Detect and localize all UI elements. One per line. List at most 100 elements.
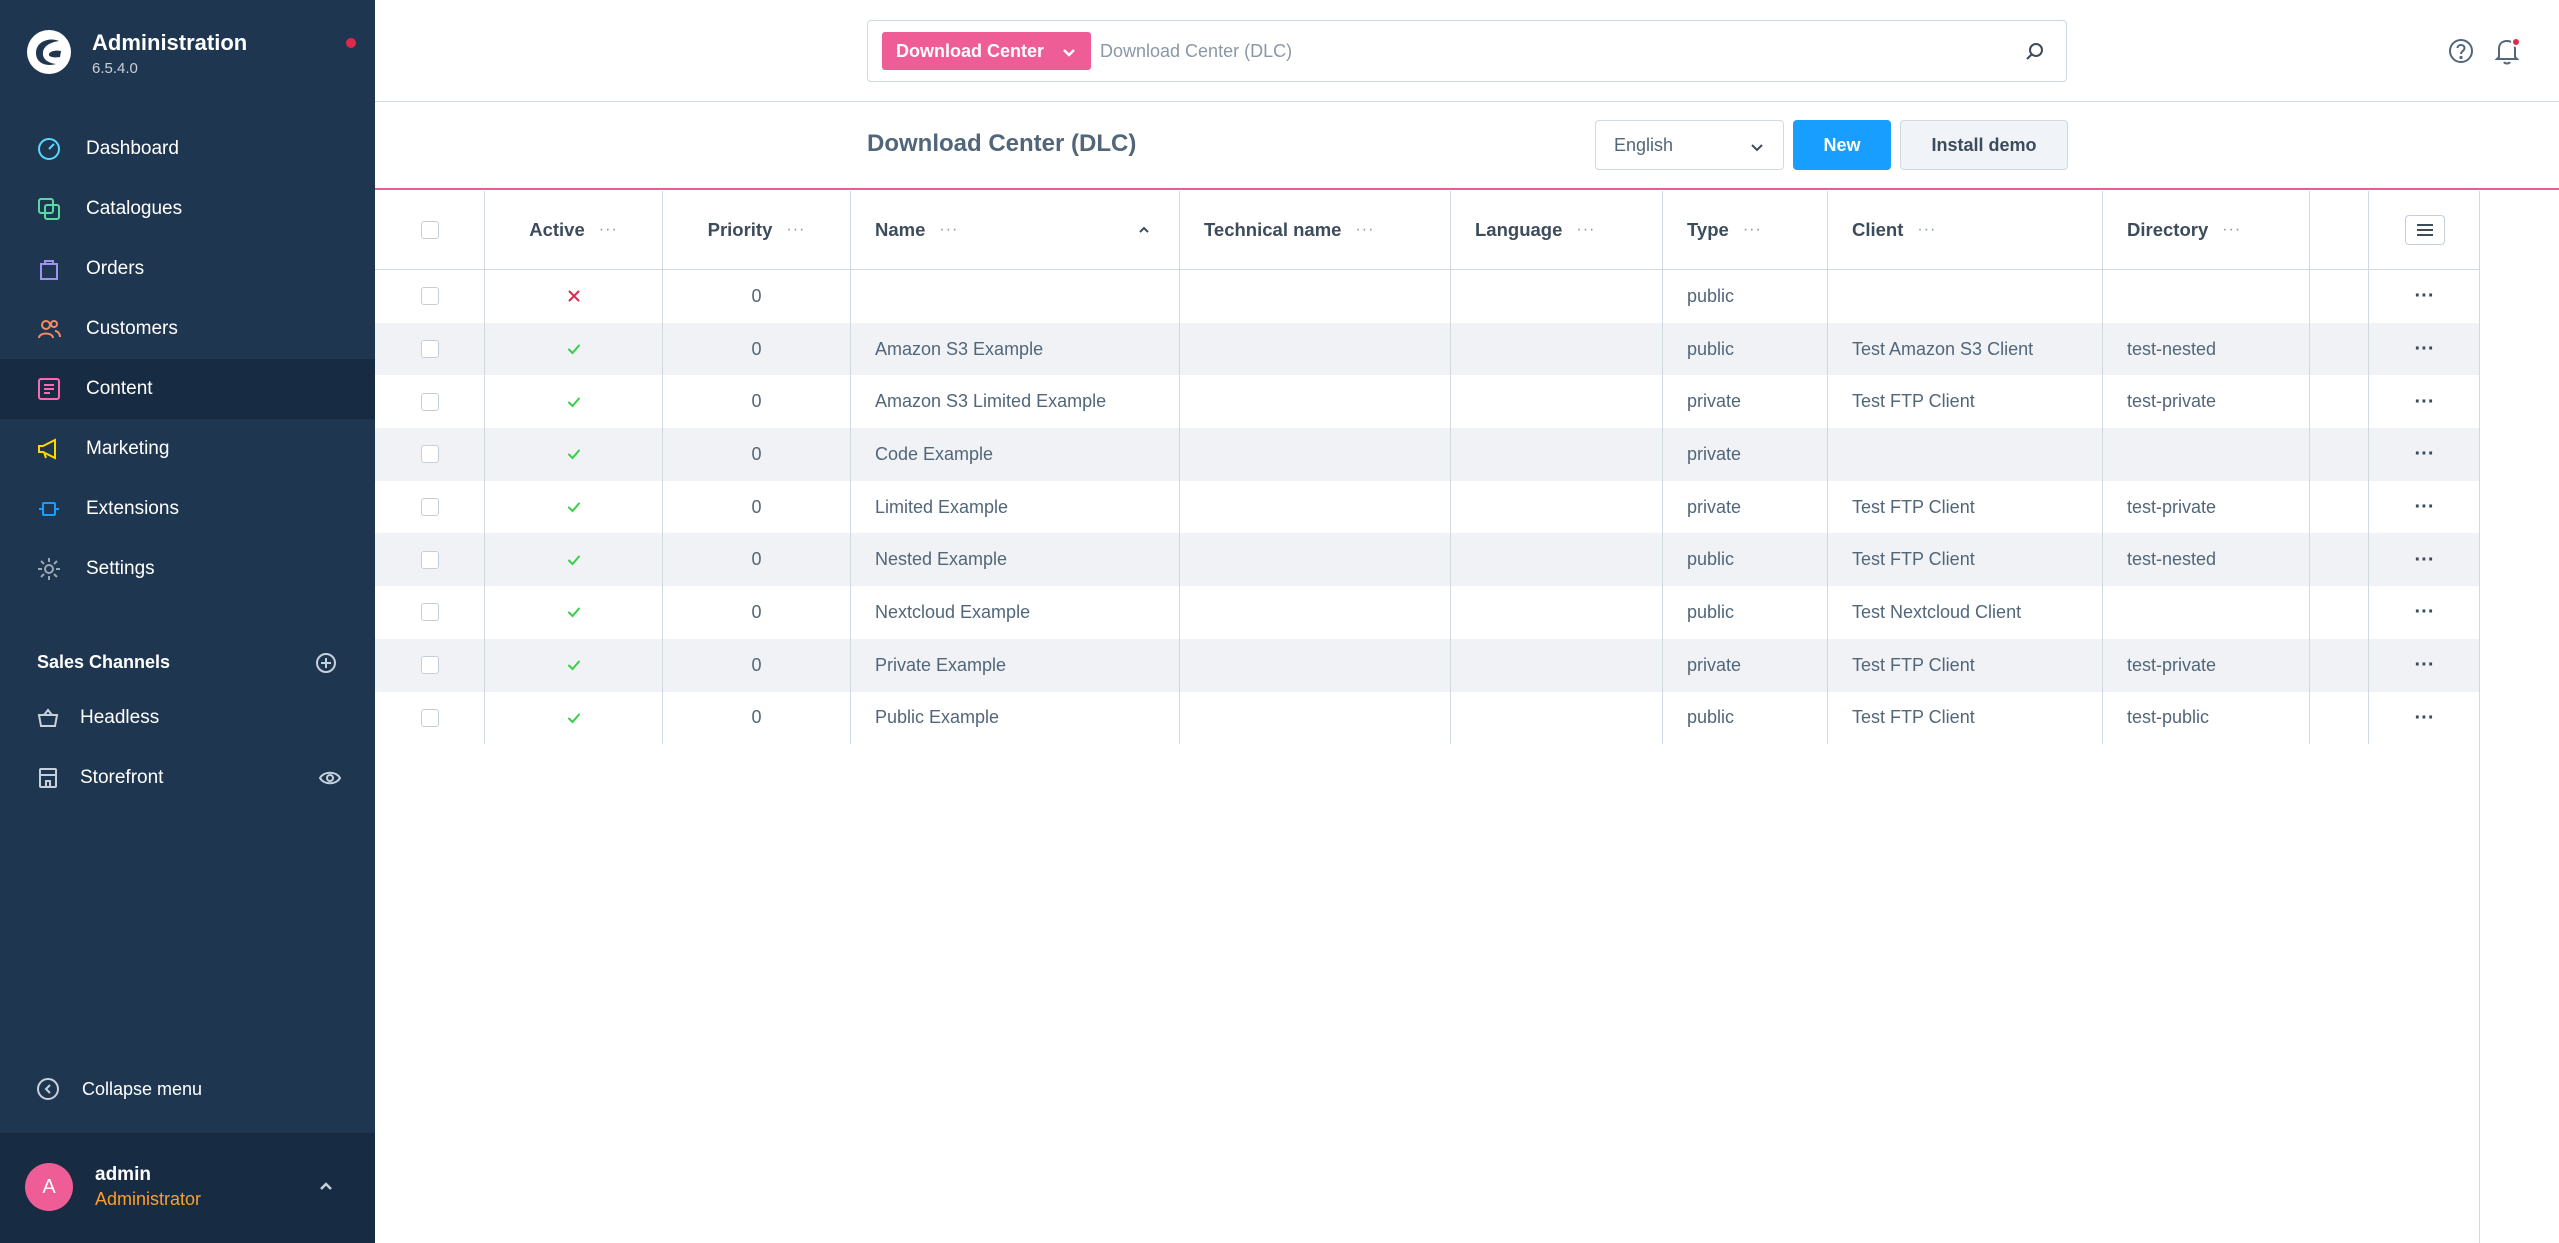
nav-item-extensions[interactable]: Extensions	[0, 479, 375, 539]
table-row[interactable]: 0 public ···	[375, 270, 2480, 323]
table-row[interactable]: 0 Amazon S3 Example public Test Amazon S3 C…	[375, 322, 2480, 376]
nav-item-catalogues[interactable]: Catalogues	[0, 179, 375, 239]
column-header-priority[interactable]: Priority ···	[663, 191, 851, 269]
row-checkbox[interactable]	[420, 392, 439, 411]
row-actions-menu[interactable]: ···	[2415, 655, 2435, 675]
nav-label: Customers	[86, 318, 178, 339]
column-header-active[interactable]: Active ···	[485, 191, 663, 269]
column-header-name[interactable]: Name ···	[851, 191, 1180, 269]
row-checkbox[interactable]	[420, 340, 439, 359]
row-actions-menu[interactable]: ···	[2415, 497, 2435, 517]
row-actions-menu[interactable]: ···	[2415, 602, 2435, 622]
sales-channels-header: Sales Channels	[37, 652, 337, 676]
row-checkbox[interactable]	[420, 498, 439, 517]
spacer-cell	[2310, 322, 2369, 376]
new-button[interactable]: New	[1793, 120, 1891, 170]
column-menu-icon[interactable]: ···	[1917, 221, 1936, 239]
cell-directory: test-private	[2103, 638, 2310, 692]
row-actions-cell: ···	[2369, 692, 2480, 745]
row-actions-cell: ···	[2369, 428, 2480, 481]
install-demo-button[interactable]: Install demo	[1900, 120, 2068, 170]
nav-label: Extensions	[86, 498, 179, 519]
column-menu-icon[interactable]: ···	[939, 221, 958, 239]
language-switch[interactable]: English	[1595, 120, 1784, 170]
cell-type: private	[1663, 638, 1828, 692]
column-menu-icon[interactable]: ···	[1743, 221, 1762, 239]
nav-item-marketing[interactable]: Marketing	[0, 419, 375, 479]
cell-type: public	[1663, 270, 1828, 323]
column-settings-button[interactable]	[2404, 215, 2445, 245]
chevron-up-icon[interactable]	[316, 1176, 336, 1196]
cell-client: Test FTP Client	[1828, 480, 2103, 534]
column-menu-icon[interactable]: ···	[599, 221, 618, 239]
table-row[interactable]: 0 Limited Example private Test FTP Client te…	[375, 480, 2480, 534]
row-actions-menu[interactable]: ···	[2415, 286, 2435, 306]
cell-technical-name	[1180, 533, 1451, 587]
cell-priority: 0	[663, 480, 851, 534]
row-actions-menu[interactable]: ···	[2415, 392, 2435, 412]
search-module-pill[interactable]: Download Center	[882, 32, 1091, 70]
row-checkbox[interactable]	[420, 550, 439, 569]
row-actions-menu[interactable]: ···	[2415, 550, 2435, 570]
user-menu[interactable]: A admin Administrator	[0, 1133, 375, 1243]
nav-item-customers[interactable]: Customers	[0, 299, 375, 359]
top-bar: Download Center	[375, 0, 2559, 102]
cell-language	[1451, 428, 1663, 481]
nav-item-orders[interactable]: Orders	[0, 239, 375, 299]
column-menu-icon[interactable]: ···	[1355, 221, 1374, 239]
column-menu-icon[interactable]: ···	[2222, 221, 2241, 239]
column-menu-icon[interactable]: ···	[1576, 221, 1595, 239]
sales-channel-headless[interactable]: Headless	[36, 703, 341, 733]
brand[interactable]: Administration 6.5.4.0	[26, 26, 356, 86]
search-module-label: Download Center	[896, 40, 1045, 61]
dashboard-icon	[36, 136, 62, 162]
column-header-technical-name[interactable]: Technical name ···	[1180, 191, 1451, 269]
row-checkbox[interactable]	[420, 445, 439, 464]
sales-channel-storefront[interactable]: Storefront	[36, 763, 341, 793]
cell-name	[851, 270, 1180, 323]
active-cell	[485, 691, 663, 745]
sort-ascending-icon[interactable]	[1137, 223, 1151, 237]
nav-item-dashboard[interactable]: Dashboard	[0, 119, 375, 179]
help-icon[interactable]	[2447, 37, 2475, 65]
column-header-language[interactable]: Language ···	[1451, 191, 1663, 269]
select-all-checkbox[interactable]	[420, 221, 439, 239]
grid-body: 0 public ··· 0 Amazon S3 Example public Test A…	[375, 270, 2480, 745]
table-row[interactable]: 0 Code Example private ···	[375, 428, 2480, 481]
cell-client: Test Nextcloud Client	[1828, 586, 2103, 639]
eye-icon[interactable]	[319, 768, 341, 788]
cell-priority: 0	[663, 322, 851, 376]
nav-label: Marketing	[86, 438, 170, 459]
marketing-icon	[36, 436, 62, 462]
row-actions-menu[interactable]: ···	[2415, 339, 2435, 359]
column-menu-icon[interactable]: ···	[786, 221, 805, 239]
add-sales-channel-icon[interactable]	[315, 652, 337, 674]
search-input[interactable]	[1100, 21, 2000, 81]
search-icon[interactable]	[2024, 40, 2046, 62]
row-checkbox[interactable]	[420, 603, 439, 622]
column-header-directory[interactable]: Directory ···	[2103, 191, 2310, 269]
table-row[interactable]: 0 Private Example private Test FTP Client te…	[375, 638, 2480, 692]
table-row[interactable]: 0 Amazon S3 Limited Example private Test FT…	[375, 375, 2480, 429]
row-actions-menu[interactable]: ···	[2415, 444, 2435, 464]
table-row[interactable]: 0 Nested Example public Test FTP Client test…	[375, 533, 2480, 587]
nav-item-content[interactable]: Content	[0, 359, 375, 419]
row-checkbox[interactable]	[420, 656, 439, 675]
select-cell	[375, 691, 485, 745]
table-row[interactable]: 0 Nextcloud Example public Test Nextcloud C…	[375, 586, 2480, 639]
column-header-client[interactable]: Client ···	[1828, 191, 2103, 269]
nav-label: Content	[86, 378, 153, 399]
row-checkbox[interactable]	[420, 287, 439, 306]
table-row[interactable]: 0 Public Example public Test FTP Client test…	[375, 691, 2480, 745]
checkmark-icon	[567, 449, 580, 460]
column-header-type[interactable]: Type ···	[1663, 191, 1828, 269]
column-label: Active	[529, 219, 585, 240]
spacer-cell	[2310, 533, 2369, 587]
row-actions-menu[interactable]: ···	[2415, 708, 2435, 728]
row-checkbox[interactable]	[420, 708, 439, 727]
collapse-menu[interactable]: Collapse menu	[36, 1077, 202, 1101]
active-cell	[485, 586, 663, 639]
nav-item-settings[interactable]: Settings	[0, 539, 375, 599]
brand-title: Administration	[92, 30, 248, 55]
checkmark-icon	[567, 607, 580, 618]
